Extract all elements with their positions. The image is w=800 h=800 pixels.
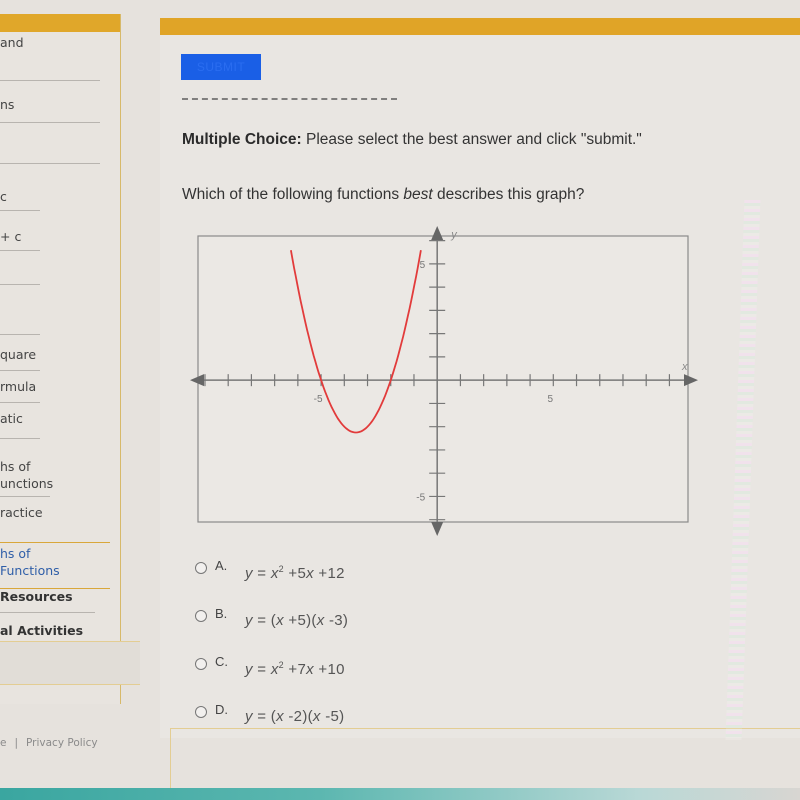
footer: e | Privacy Policy bbox=[0, 737, 98, 749]
sidebar-item[interactable]: hs of Functions bbox=[0, 545, 60, 579]
x-axis-left-arrow bbox=[190, 374, 204, 387]
instructions: Multiple Choice: Please select the best … bbox=[182, 131, 642, 149]
y-axis-up-arrow bbox=[431, 226, 444, 240]
panel-accent-bar bbox=[160, 18, 800, 35]
answer-formula: y = (x +5)(x -3) bbox=[245, 612, 349, 629]
y-tick-label: -5 bbox=[416, 492, 425, 503]
sidebar-divider bbox=[0, 612, 95, 613]
sidebar-accent-bar bbox=[0, 14, 120, 32]
status-dashes bbox=[182, 98, 397, 103]
footer-link-fragment[interactable]: e bbox=[0, 737, 6, 749]
sidebar-item[interactable]: quare bbox=[0, 346, 36, 363]
x-tick-label: 5 bbox=[548, 394, 554, 405]
answer-letter: A. bbox=[215, 558, 228, 573]
radio-button-c[interactable] bbox=[195, 658, 207, 670]
question-prompt: Which of the following functions best de… bbox=[182, 186, 584, 204]
y-tick-label: 5 bbox=[420, 260, 426, 271]
question-text-emphasis: best bbox=[403, 186, 433, 203]
sidebar-divider bbox=[0, 334, 40, 335]
sidebar-divider bbox=[0, 402, 40, 403]
question-text-pre: Which of the following functions bbox=[182, 186, 404, 203]
sidebar-item[interactable]: + c bbox=[0, 228, 21, 245]
submit-button[interactable]: SUBMIT bbox=[181, 54, 261, 80]
sidebar-item[interactable]: hs of unctions bbox=[0, 458, 53, 492]
x-axis-right-arrow bbox=[684, 374, 698, 387]
answer-formula: y = x2 +5x +12 bbox=[245, 564, 345, 582]
sidebar-item[interactable]: atic bbox=[0, 410, 23, 427]
sidebar-divider bbox=[0, 438, 40, 439]
sidebar-item[interactable]: Resources bbox=[0, 588, 73, 605]
sidebar-divider bbox=[0, 163, 100, 164]
sidebar-item[interactable]: rmula bbox=[0, 378, 36, 395]
function-graph: -5 55-5xy bbox=[190, 226, 698, 536]
sidebar-item[interactable]: c bbox=[0, 188, 7, 205]
sidebar-item[interactable]: ractice bbox=[0, 504, 43, 521]
sidebar-divider bbox=[0, 370, 40, 371]
answer-letter: D. bbox=[215, 702, 228, 717]
sidebar-item[interactable]: al Activities bbox=[0, 622, 83, 639]
sidebar-divider bbox=[0, 496, 50, 497]
sidebar-divider bbox=[0, 250, 40, 251]
answer-letter: B. bbox=[215, 606, 228, 621]
answer-option-c[interactable]: C. y = x2 +7x +10 bbox=[195, 654, 345, 678]
x-tick-label: -5 bbox=[314, 394, 323, 405]
question-text-post: describes this graph? bbox=[432, 186, 585, 203]
sidebar-divider bbox=[0, 210, 40, 211]
sidebar-item[interactable]: and bbox=[0, 34, 24, 51]
sidebar-divider bbox=[0, 542, 110, 543]
question-panel: SUBMIT Multiple Choice: Please select th… bbox=[160, 18, 800, 799]
sidebar-divider bbox=[0, 284, 40, 285]
answer-option-d[interactable]: D. y = (x -2)(x -5) bbox=[195, 702, 344, 725]
privacy-policy-link[interactable]: Privacy Policy bbox=[26, 737, 98, 749]
instructions-text: Please select the best answer and click … bbox=[301, 131, 642, 148]
radio-button-d[interactable] bbox=[195, 706, 207, 718]
x-axis-label: x bbox=[681, 361, 688, 373]
answer-formula: y = (x -2)(x -5) bbox=[245, 708, 345, 725]
answer-formula: y = x2 +7x +10 bbox=[245, 660, 345, 678]
answer-option-b[interactable]: B. y = (x +5)(x -3) bbox=[195, 606, 348, 629]
sidebar-scroll-area bbox=[0, 641, 140, 685]
radio-button-a[interactable] bbox=[195, 562, 207, 574]
plot-frame bbox=[197, 235, 689, 523]
sidebar-divider bbox=[0, 80, 100, 81]
instructions-label: Multiple Choice: bbox=[182, 131, 302, 148]
y-axis-down-arrow bbox=[431, 522, 444, 536]
radio-button-b[interactable] bbox=[195, 610, 207, 622]
sidebar-divider bbox=[0, 122, 100, 123]
sidebar-item[interactable]: ns bbox=[0, 96, 14, 113]
answer-option-a[interactable]: A. y = x2 +5x +12 bbox=[195, 558, 345, 582]
footer-separator: | bbox=[14, 737, 19, 749]
answer-letter: C. bbox=[215, 654, 228, 669]
taskbar-strip bbox=[0, 788, 800, 800]
